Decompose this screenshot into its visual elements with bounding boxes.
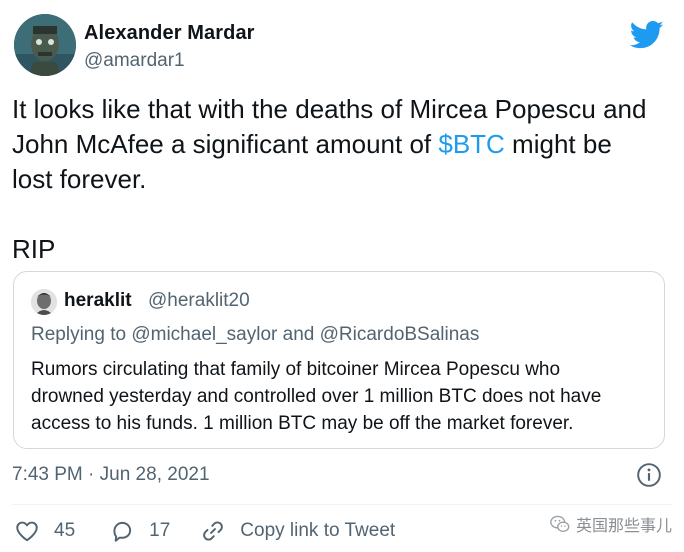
tweet-timestamp[interactable]: 7:43 PM · Jun 28, 2021 <box>12 464 210 486</box>
quoted-author-handle[interactable]: @heraklit20 <box>148 290 250 312</box>
replying-prefix: Replying to <box>31 324 132 345</box>
quoted-tweet-card[interactable]: heraklit @heraklit20 Replying to @michae… <box>13 271 665 449</box>
tweet-text-line: John McAfee a significant amount of $BTC… <box>12 127 674 162</box>
wechat-icon <box>550 515 570 533</box>
quoted-text-line: Rumors circulating that family of bitcoi… <box>31 359 561 380</box>
tweet-text-line: lost forever. <box>12 164 147 194</box>
quoted-author-avatar[interactable] <box>31 289 57 315</box>
reply-button[interactable]: 17 <box>109 518 170 544</box>
author-handle[interactable]: @amardar1 <box>84 50 185 72</box>
mention-link[interactable]: @RicardoBSalinas <box>320 324 480 345</box>
tweet-text-line: RIP <box>12 234 56 264</box>
quoted-tweet-body: Rumors circulating that family of bitcoi… <box>31 356 656 437</box>
quoted-author-name[interactable]: heraklit <box>64 290 132 312</box>
replying-to-line: Replying to @michael_saylor and @Ricardo… <box>31 324 479 346</box>
tweet-text-line: It looks like that with the deaths of Mi… <box>12 94 647 124</box>
copy-link-label: Copy link to Tweet <box>240 520 396 541</box>
replying-and: and <box>277 324 320 345</box>
avatar-portrait-icon <box>14 14 76 76</box>
tweet-body: It looks like that with the deaths of Mi… <box>12 92 674 267</box>
info-icon[interactable] <box>636 462 662 488</box>
quoted-avatar-portrait-icon <box>31 289 57 315</box>
reply-count: 17 <box>149 520 171 541</box>
tweet-header: Alexander Mardar @amardar1 <box>12 14 672 80</box>
comment-icon <box>113 521 132 542</box>
quoted-text-line: drowned yesterday and controlled over 1 … <box>31 386 602 407</box>
quoted-text-line: access to his funds. 1 million BTC may b… <box>31 413 574 434</box>
mention-link[interactable]: @michael_saylor <box>131 324 277 345</box>
twitter-bird-icon[interactable] <box>630 20 664 50</box>
like-button[interactable]: 45 <box>14 518 75 544</box>
author-avatar[interactable] <box>14 14 76 76</box>
divider <box>12 504 672 505</box>
like-count: 45 <box>54 520 76 541</box>
watermark: 英国那些事儿 <box>549 510 672 538</box>
action-bar: 45 17 Copy link to Tweet <box>14 516 395 546</box>
tweet-text-segment: might be <box>504 129 612 159</box>
copy-link-button[interactable]: Copy link to Tweet <box>200 518 395 544</box>
cashtag-link[interactable]: $BTC <box>438 129 504 159</box>
link-icon <box>203 521 224 541</box>
heart-icon <box>16 521 38 542</box>
watermark-text: 英国那些事儿 <box>575 518 672 535</box>
tweet-text-segment: John McAfee a significant amount of <box>12 129 439 159</box>
author-name[interactable]: Alexander Mardar <box>84 22 255 45</box>
